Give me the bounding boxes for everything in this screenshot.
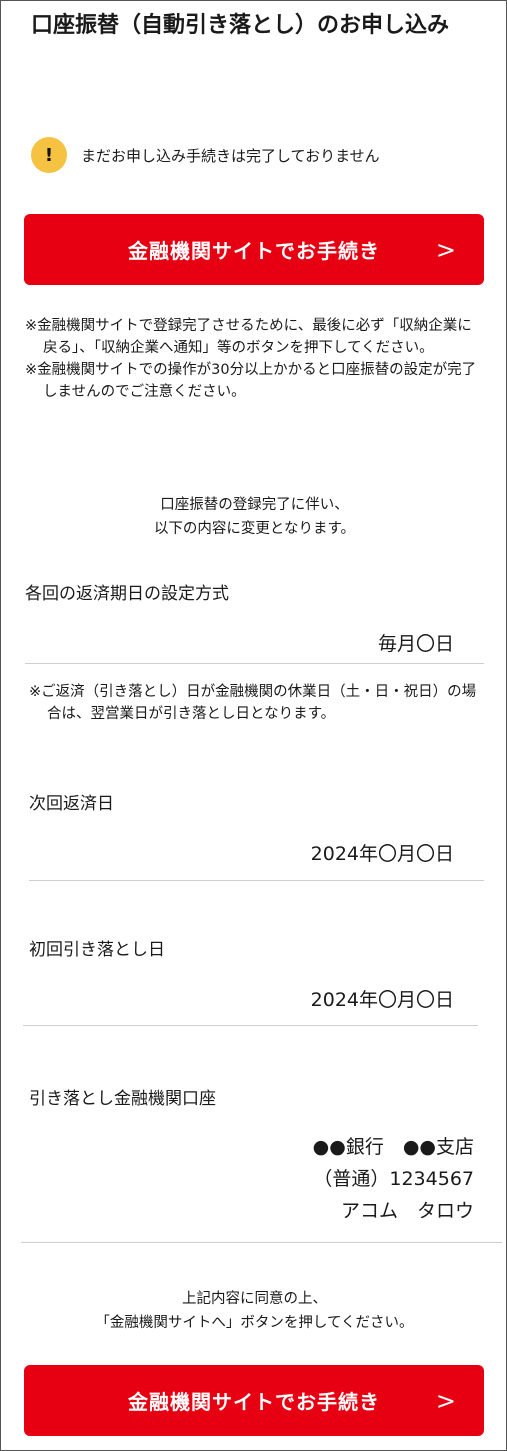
change-notice: 口座振替の登録完了に伴い、 以下の内容に変更となります。 (1, 493, 507, 541)
status-notice: ! まだお申し込み手続きは完了しておりません (31, 137, 380, 173)
repayment-note: ※ご返済（引き落とし）日が金融機関の休業日（土・日・祝日）の場合は、翌営業日が引… (29, 684, 477, 722)
agreement-line: 上記内容に同意の上、 (182, 1291, 327, 1307)
repayment-method-value: 毎月〇日 (377, 633, 454, 655)
notes-list: ※金融機関サイトで登録完了させるために、最後に必ず「収納企業に戻る」、「収納企業… (25, 315, 485, 403)
first-debit-label: 初回引き落とし日 (29, 940, 165, 960)
change-notice-line: 口座振替の登録完了に伴い、 (160, 497, 349, 513)
chevron-right-icon: > (435, 235, 456, 264)
account-bank-branch: ●●銀行 ●●支店 (312, 1136, 474, 1158)
next-repayment-value: 2024年〇月〇日 (310, 843, 454, 865)
divider (25, 663, 484, 664)
exclamation-icon: ! (31, 137, 67, 173)
repayment-method-label: 各回の返済期日の設定方式 (25, 584, 229, 604)
debit-account-value: ●●銀行 ●●支店 （普通）1234567 アコム タロウ (313, 1131, 474, 1227)
note-item: ※金融機関サイトでの操作が30分以上かかると口座振替の設定が完了しませんのでご注… (25, 362, 477, 400)
debit-account-label: 引き落とし金融機関口座 (29, 1089, 216, 1109)
first-debit-value: 2024年〇月〇日 (310, 989, 454, 1011)
divider (23, 1025, 478, 1026)
bank-site-button-top[interactable]: 金融機関サイトでお手続き > (24, 214, 484, 285)
account-number: （普通）1234567 (313, 1168, 474, 1190)
divider (29, 880, 484, 881)
agreement-line: 「金融機関サイトへ」ボタンを押してください。 (95, 1315, 414, 1331)
page-title: 口座振替（自動引き落とし）のお申し込み (31, 13, 450, 38)
agreement-text: 上記内容に同意の上、 「金融機関サイトへ」ボタンを押してください。 (1, 1287, 507, 1335)
chevron-right-icon: > (435, 1386, 456, 1415)
next-repayment-label: 次回返済日 (29, 794, 114, 814)
page-frame: 口座振替（自動引き落とし）のお申し込み ! まだお申し込み手続きは完了しておりま… (0, 0, 507, 1451)
bank-site-button-bottom[interactable]: 金融機関サイトでお手続き > (24, 1365, 484, 1436)
divider (21, 1242, 502, 1243)
note-item: ※金融機関サイトで登録完了させるために、最後に必ず「収納企業に戻る」、「収納企業… (25, 318, 472, 356)
bank-site-button-label: 金融機関サイトでお手続き (128, 239, 380, 263)
bank-site-button-label: 金融機関サイトでお手続き (128, 1390, 380, 1414)
change-notice-line: 以下の内容に変更となります。 (153, 521, 356, 537)
account-holder: アコム タロウ (340, 1200, 474, 1222)
notice-text: まだお申し込み手続きは完了しておりません (81, 146, 380, 165)
